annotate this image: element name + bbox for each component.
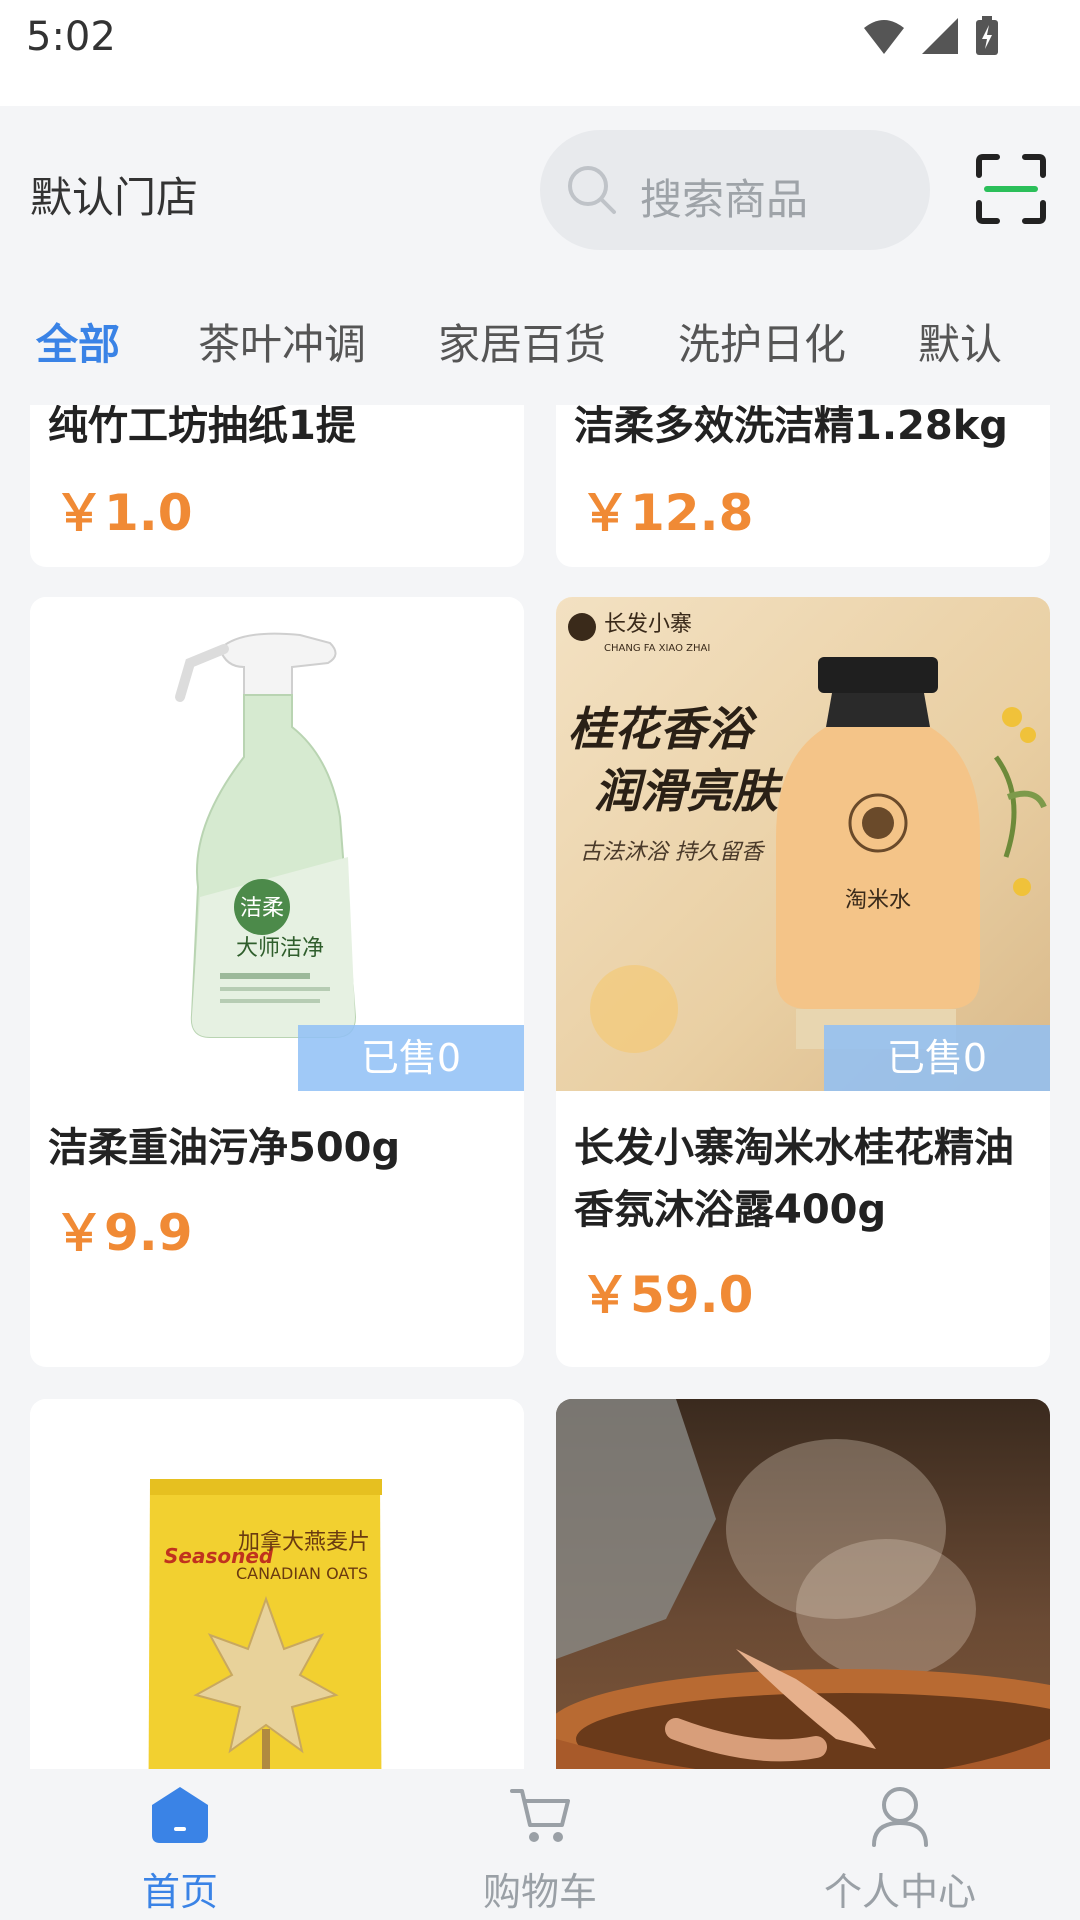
status-time: 5:02 bbox=[26, 14, 116, 60]
product-list[interactable]: 纯竹工坊抽纸1提 ￥1.0 洁柔多效洗洁精1.28kg ￥12.8 洁柔 大师洁… bbox=[0, 405, 1080, 1769]
product-card[interactable]: Seasoned 加拿大燕麦片 CANADIAN OATS bbox=[30, 1399, 524, 1769]
scan-icon[interactable] bbox=[975, 153, 1047, 225]
product-name: 洁柔重油污净500g bbox=[48, 1125, 401, 1171]
signal-icon bbox=[922, 18, 958, 54]
category-tabs: 全部 茶叶冲调 家居百货 洗护日化 默认 bbox=[0, 271, 1080, 405]
header: 默认门店 搜索商品 bbox=[0, 106, 1080, 271]
product-name: 洁柔多效洗洁精1.28kg bbox=[574, 405, 1008, 449]
wifi-icon bbox=[864, 20, 904, 54]
product-card[interactable] bbox=[556, 1399, 1050, 1769]
oats-bag-image: Seasoned 加拿大燕麦片 CANADIAN OATS bbox=[148, 1479, 382, 1769]
sold-count-badge: 已售0 bbox=[298, 1025, 524, 1091]
search-icon bbox=[568, 166, 616, 214]
bottle-tagline-text: 大师洁净 bbox=[236, 936, 324, 961]
user-icon bbox=[872, 1787, 928, 1847]
product-image: 洁柔 大师洁净 已售0 bbox=[30, 597, 524, 1091]
spray-bottle-image: 洁柔 大师洁净 bbox=[175, 632, 357, 1038]
foot-bath-image bbox=[556, 1399, 1050, 1769]
oats-title-cn-text: 加拿大燕麦片 bbox=[238, 1529, 370, 1555]
home-icon bbox=[152, 1787, 208, 1843]
tab-personal-care[interactable]: 洗护日化 bbox=[678, 311, 846, 372]
nav-home-label: 首页 bbox=[141, 1870, 218, 1914]
tab-all[interactable]: 全部 bbox=[36, 311, 120, 372]
product-image: 长发小寨 CHANG FA XIAO ZHAI 桂花香浴 润滑亮肤 古法沐浴 持… bbox=[556, 597, 1050, 1091]
tab-tea[interactable]: 茶叶冲调 bbox=[198, 311, 366, 372]
product-image bbox=[556, 1399, 1050, 1769]
product-name: 纯竹工坊抽纸1提 bbox=[48, 405, 356, 449]
status-bar: 5:02 bbox=[0, 0, 1080, 106]
brand-logo-text: 长发小寨 bbox=[604, 612, 692, 637]
nav-profile[interactable]: 个人中心 bbox=[720, 1769, 1080, 1920]
nav-profile-label: 个人中心 bbox=[823, 1870, 976, 1914]
search-input[interactable]: 搜索商品 bbox=[540, 130, 930, 250]
nav-cart[interactable]: 购物车 bbox=[360, 1769, 720, 1920]
nav-cart-label: 购物车 bbox=[482, 1870, 597, 1914]
tab-default[interactable]: 默认 bbox=[918, 311, 1002, 372]
product-card[interactable]: 长发小寨 CHANG FA XIAO ZHAI 桂花香浴 润滑亮肤 古法沐浴 持… bbox=[556, 597, 1050, 1367]
product-name: 长发小寨淘米水桂花精油香氛沐浴露400g bbox=[574, 1125, 1014, 1233]
nav-home[interactable]: 首页 bbox=[0, 1769, 360, 1920]
product-card[interactable]: 洁柔 大师洁净 已售0 洁柔重油污净500g ￥9.9 bbox=[30, 597, 524, 1367]
product-card[interactable]: 洁柔多效洗洁精1.28kg ￥12.8 bbox=[556, 405, 1050, 567]
product-price: ￥9.9 bbox=[54, 1204, 193, 1262]
brand-logo-en-text: CHANG FA XIAO ZHAI bbox=[604, 643, 710, 654]
tagline-text: 古法沐浴 持久留香 bbox=[580, 840, 766, 865]
tab-home-goods[interactable]: 家居百货 bbox=[438, 311, 606, 372]
battery-icon bbox=[976, 16, 998, 55]
product-image: Seasoned 加拿大燕麦片 CANADIAN OATS bbox=[30, 1399, 524, 1769]
bottle-brand-text: 洁柔 bbox=[240, 896, 284, 921]
cart-icon bbox=[510, 1789, 570, 1842]
search-placeholder: 搜索商品 bbox=[640, 175, 809, 224]
oats-title-en-text: CANADIAN OATS bbox=[236, 1564, 368, 1583]
bottle-label-text: 淘米水 bbox=[845, 888, 911, 913]
status-icons bbox=[862, 14, 1000, 58]
sold-count-badge: 已售0 bbox=[824, 1025, 1050, 1091]
headline-1-text: 桂花香浴 bbox=[568, 702, 758, 756]
product-price: ￥59.0 bbox=[580, 1266, 754, 1324]
store-name[interactable]: 默认门店 bbox=[30, 164, 198, 225]
product-price: ￥12.8 bbox=[580, 484, 754, 542]
headline-2-text: 润滑亮肤 bbox=[594, 764, 784, 818]
product-card[interactable]: 纯竹工坊抽纸1提 ￥1.0 bbox=[30, 405, 524, 567]
body-wash-image: 长发小寨 CHANG FA XIAO ZHAI 桂花香浴 润滑亮肤 古法沐浴 持… bbox=[568, 612, 1047, 1053]
bottom-nav: 首页 购物车 个人中心 bbox=[0, 1769, 1080, 1920]
product-price: ￥1.0 bbox=[54, 484, 193, 542]
